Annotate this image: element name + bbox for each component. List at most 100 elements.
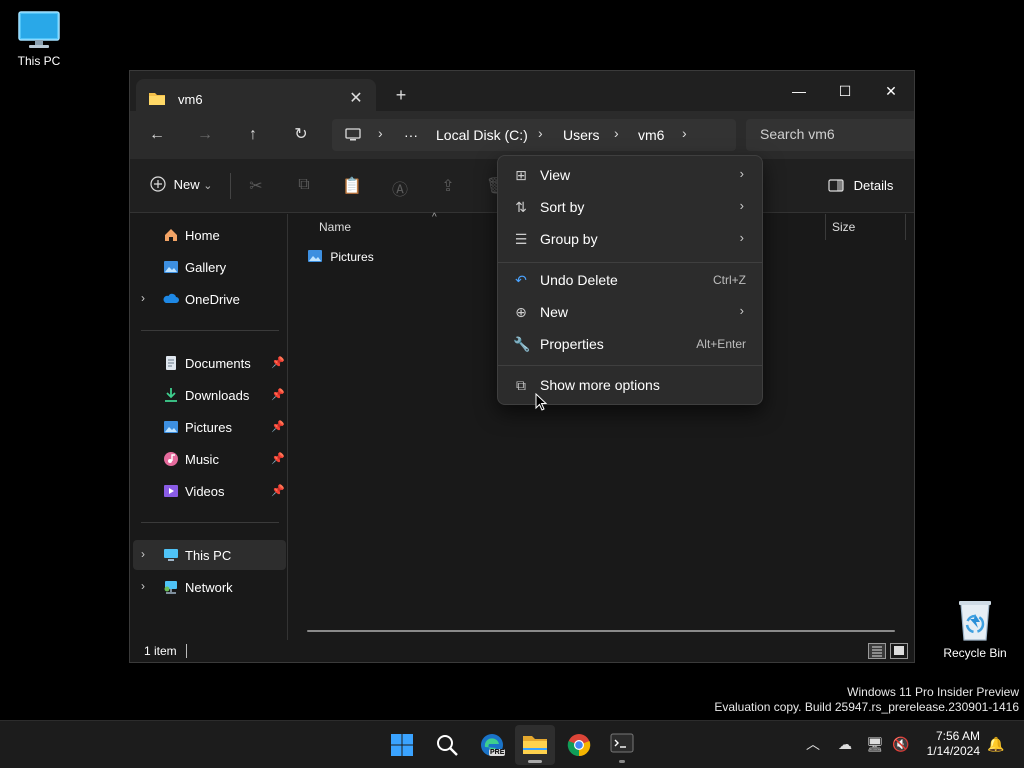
- sidebar-label: Home: [185, 228, 220, 243]
- pictures-folder-icon: [308, 250, 322, 262]
- minimize-button[interactable]: —: [776, 75, 822, 107]
- sidebar-label: Music: [185, 452, 219, 467]
- column-divider[interactable]: [905, 214, 906, 240]
- menu-item-view[interactable]: ⊞ View ›: [502, 159, 758, 191]
- shortcut-label: Alt+Enter: [696, 337, 746, 351]
- status-bar: 1 item: [130, 640, 914, 662]
- menu-item-properties[interactable]: 🔧 Properties Alt+Enter: [502, 328, 758, 360]
- close-window-button[interactable]: ✕: [868, 75, 914, 107]
- forward-button[interactable]: →: [194, 124, 216, 146]
- paste-icon[interactable]: 📋: [342, 176, 362, 196]
- new-button[interactable]: New ⌄: [150, 176, 212, 192]
- running-indicator: [619, 760, 625, 763]
- rename-icon[interactable]: Ⓐ: [390, 176, 410, 199]
- details-view-button[interactable]: [868, 643, 886, 659]
- cut-icon[interactable]: ✂: [246, 176, 266, 196]
- sidebar-item-documents[interactable]: Documents 📌: [130, 348, 286, 378]
- chevron-right-icon[interactable]: ›: [141, 547, 145, 561]
- breadcrumb-more[interactable]: ···: [404, 127, 418, 143]
- new-tab-button[interactable]: +: [390, 85, 412, 106]
- menu-item-undo-delete[interactable]: ↶ Undo Delete Ctrl+Z: [502, 264, 758, 296]
- list-icon: ☰: [514, 231, 528, 247]
- menu-item-label: View: [540, 167, 571, 183]
- volume-muted-icon[interactable]: 🔇: [892, 735, 910, 753]
- menu-item-new[interactable]: ⊕ New ›: [502, 296, 758, 328]
- desktop-icon-label: This PC: [17, 54, 61, 68]
- recycle-bin-icon: [959, 601, 991, 641]
- search-box[interactable]: [746, 119, 914, 151]
- chrome-button[interactable]: [559, 725, 599, 765]
- sidebar-item-gallery[interactable]: Gallery: [130, 252, 286, 282]
- tiles-view-button[interactable]: [890, 643, 908, 659]
- breadcrumb-vm6[interactable]: vm6: [638, 127, 664, 143]
- sidebar-item-music[interactable]: Music 📌: [130, 444, 286, 474]
- edge-button[interactable]: PRE: [472, 725, 512, 765]
- sidebar-item-onedrive[interactable]: › OneDrive: [130, 284, 286, 314]
- copy-icon[interactable]: ⧉: [294, 176, 314, 196]
- sort-icon: ⇅: [515, 199, 527, 215]
- menu-divider: [498, 262, 762, 263]
- breadcrumb-local-disk[interactable]: Local Disk (C:): [436, 127, 528, 143]
- file-explorer-button[interactable]: [515, 725, 555, 765]
- edge-badge: PRE: [489, 749, 506, 756]
- up-button[interactable]: ↑: [242, 124, 264, 146]
- back-button[interactable]: ←: [146, 124, 168, 146]
- taskbar-search-button[interactable]: [427, 725, 467, 765]
- menu-item-group-by[interactable]: ☰ Group by ›: [502, 223, 758, 255]
- pin-icon[interactable]: 📌: [271, 388, 285, 401]
- terminal-button[interactable]: [602, 725, 642, 765]
- sidebar-item-downloads[interactable]: Downloads 📌: [130, 380, 286, 410]
- menu-item-sort-by[interactable]: ⇅ Sort by ›: [502, 191, 758, 223]
- maximize-button[interactable]: ☐: [822, 75, 868, 107]
- column-divider[interactable]: [825, 214, 826, 240]
- chevron-right-icon[interactable]: ›: [141, 291, 145, 305]
- details-pane-icon: [828, 179, 844, 192]
- notification-bell-icon[interactable]: 🔔: [987, 735, 1005, 753]
- pin-icon[interactable]: 📌: [271, 420, 285, 433]
- status-divider: [186, 644, 187, 658]
- sidebar-label: Pictures: [185, 420, 232, 435]
- plus-circle-icon: [150, 176, 166, 192]
- menu-item-label: Properties: [540, 336, 604, 352]
- breadcrumb-users[interactable]: Users: [563, 127, 600, 143]
- sidebar-item-pictures[interactable]: Pictures 📌: [130, 412, 286, 442]
- address-bar[interactable]: › ··· Local Disk (C:) › Users › vm6 ›: [332, 119, 736, 151]
- system-clock[interactable]: 7:56 AM 1/14/2024: [918, 729, 980, 759]
- column-header-name[interactable]: Name: [319, 220, 351, 246]
- desktop-icon-label: Recycle Bin: [943, 646, 1007, 660]
- videos-icon: [164, 485, 178, 497]
- chevron-right-icon: ›: [739, 303, 744, 318]
- pin-icon[interactable]: 📌: [271, 356, 285, 369]
- horizontal-scrollbar[interactable]: [307, 630, 895, 632]
- details-button[interactable]: Details: [828, 178, 893, 193]
- breadcrumb-separator[interactable]: ›: [682, 125, 687, 141]
- network-status-icon[interactable]: 🖥: [866, 735, 884, 753]
- menu-divider: [498, 365, 762, 366]
- pictures-icon: [164, 421, 178, 433]
- navigation-bar: ← → ↑ ↻ › ··· Local Disk (C:) › Users › …: [130, 111, 914, 159]
- breadcrumb-separator[interactable]: ›: [614, 125, 619, 141]
- column-header-size[interactable]: Size: [832, 220, 855, 246]
- sidebar-item-home[interactable]: Home: [130, 220, 286, 250]
- table-row[interactable]: Pictures: [307, 248, 374, 264]
- plus-circle-icon: ⊕: [515, 304, 527, 320]
- onedrive-offline-icon[interactable]: ☁: [836, 735, 854, 753]
- desktop-icon-this-pc[interactable]: This PC: [4, 10, 74, 68]
- refresh-button[interactable]: ↻: [290, 124, 312, 146]
- pin-icon[interactable]: 📌: [271, 484, 285, 497]
- desktop-icon-recycle-bin[interactable]: Recycle Bin: [940, 598, 1010, 660]
- chevron-up-icon[interactable]: ︿: [804, 735, 822, 753]
- search-input[interactable]: [760, 126, 910, 142]
- chevron-right-icon[interactable]: ›: [141, 579, 145, 593]
- shortcut-label: Ctrl+Z: [713, 273, 746, 287]
- sidebar-item-videos[interactable]: Videos 📌: [130, 476, 286, 506]
- sidebar-item-network[interactable]: › Network: [130, 572, 286, 602]
- breadcrumb-separator[interactable]: ›: [378, 125, 383, 141]
- pin-icon[interactable]: 📌: [271, 452, 285, 465]
- share-icon[interactable]: ⇪: [438, 176, 458, 196]
- close-tab-icon[interactable]: ✕: [346, 88, 366, 108]
- open-external-icon: ⧉: [516, 377, 526, 393]
- sidebar-item-this-pc[interactable]: › This PC: [133, 540, 286, 570]
- breadcrumb-separator[interactable]: ›: [538, 125, 543, 141]
- start-button[interactable]: [382, 725, 422, 765]
